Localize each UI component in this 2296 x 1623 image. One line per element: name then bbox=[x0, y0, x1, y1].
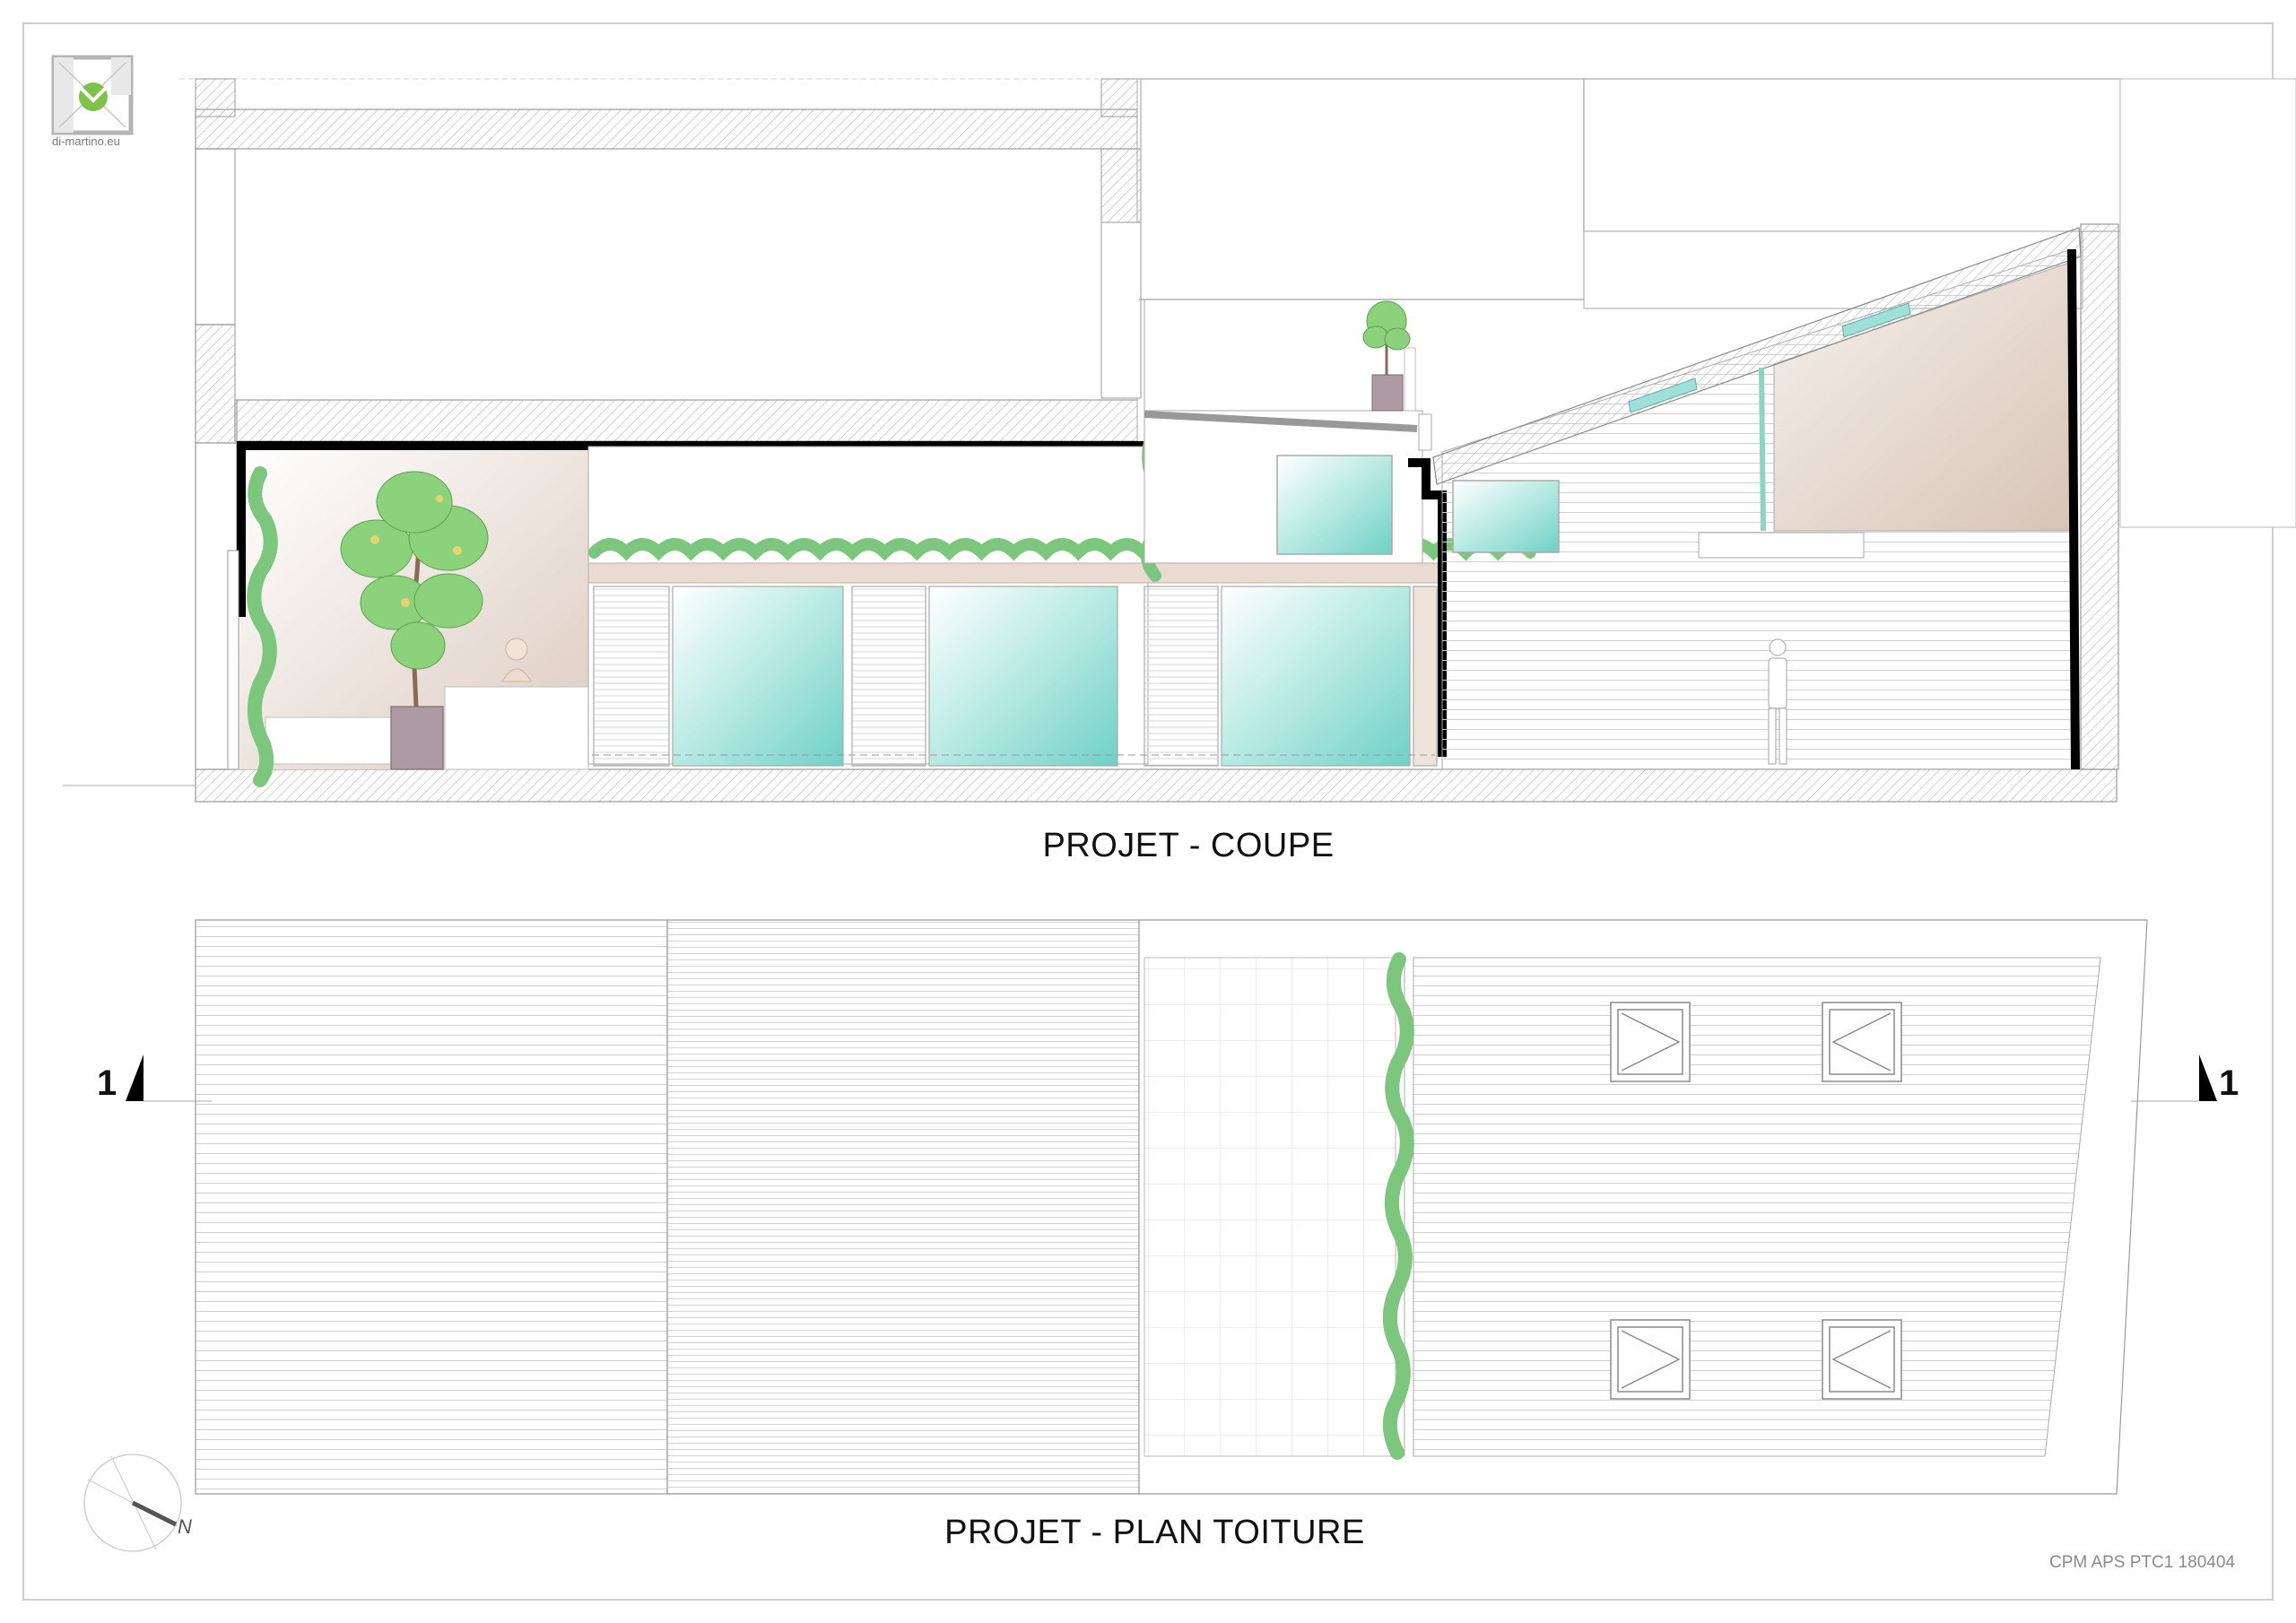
north-label: N bbox=[178, 1515, 192, 1538]
logo-text: di-martino.eu bbox=[52, 135, 120, 148]
di-martino-logo-icon bbox=[51, 55, 134, 135]
drawing-sheet bbox=[22, 22, 2296, 1601]
section-marker-right-icon bbox=[2199, 1055, 2217, 1101]
drawing-reference-code: CPM APS PTC1 180404 bbox=[2049, 1553, 2235, 1572]
section-marker-right-label: 1 bbox=[2219, 1063, 2239, 1103]
section-drawing bbox=[63, 78, 2296, 803]
section-marker-left-icon bbox=[126, 1055, 144, 1101]
roof-plan-title: PROJET - PLAN TOITURE bbox=[944, 1514, 1365, 1551]
section-title: PROJET - COUPE bbox=[1042, 827, 1335, 864]
section-marker-left-label: 1 bbox=[97, 1063, 117, 1103]
roof-plan-drawing bbox=[126, 919, 2217, 1495]
